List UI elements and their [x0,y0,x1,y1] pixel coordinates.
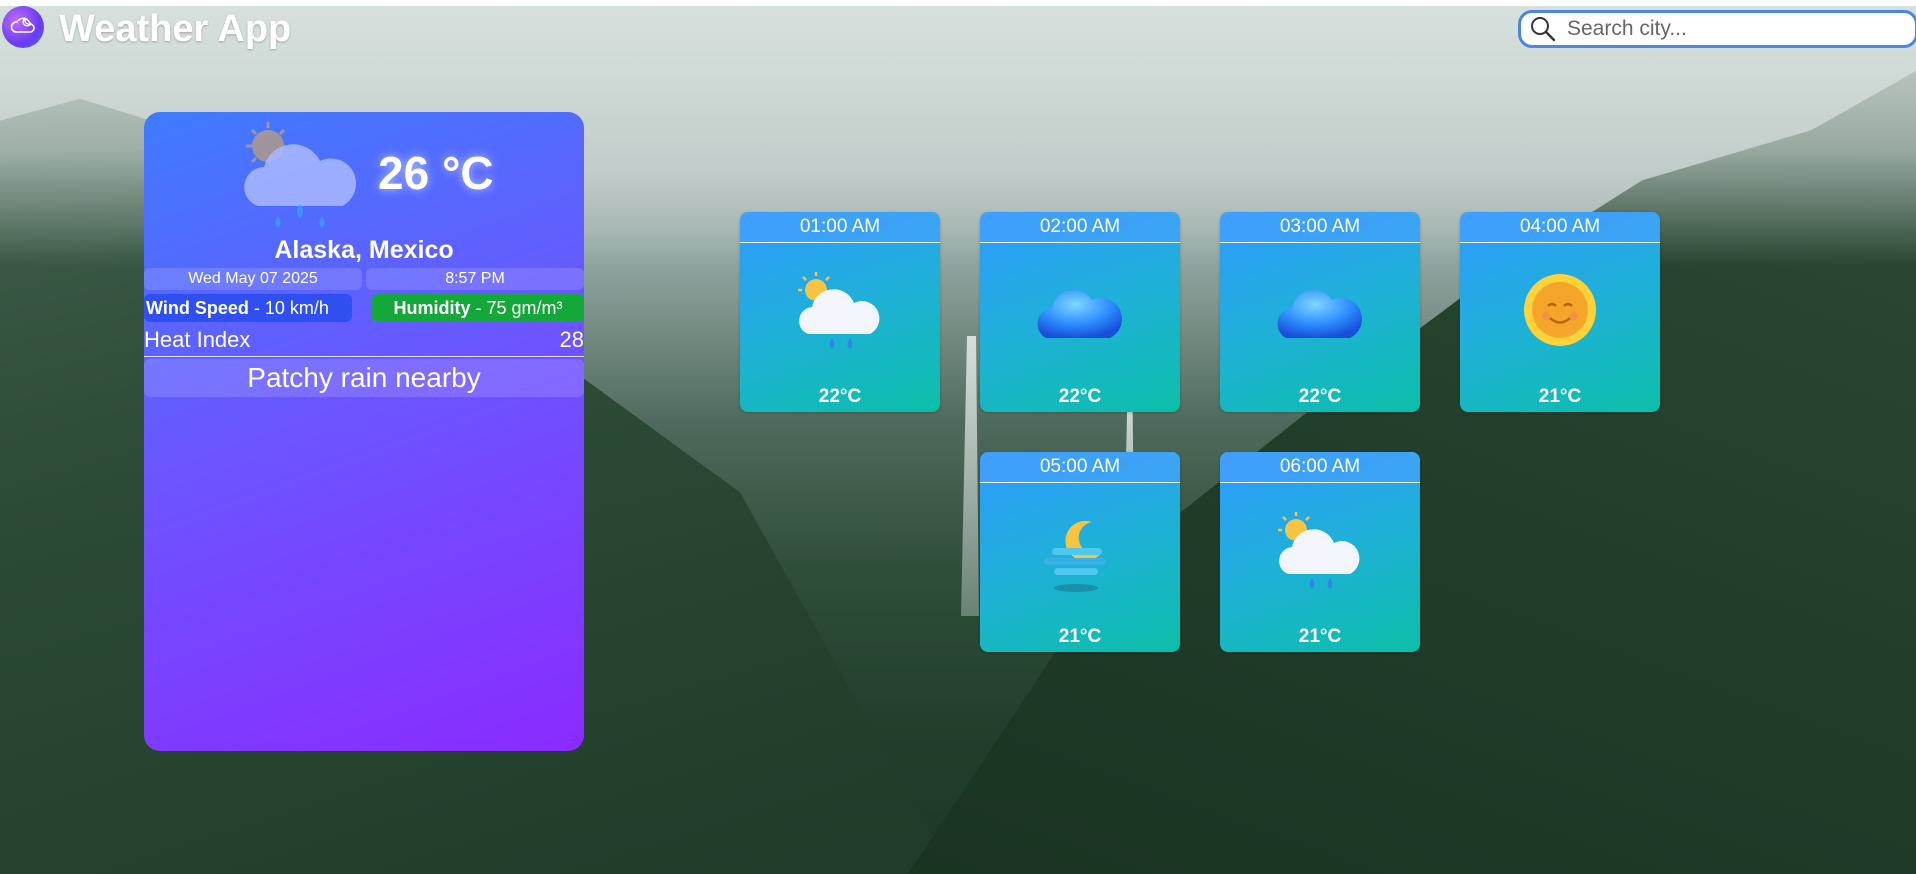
wind-speed-value: - 10 km/h [253,298,329,318]
smiling-sun-icon [1510,268,1610,358]
hourly-card: 04:00 AM 21°C [1460,212,1660,412]
hourly-card: 03:00 AM 22°C [1220,212,1420,412]
hour-time: 05:00 AM [980,452,1180,483]
date-label: Wed May 07 2025 [144,268,362,290]
hour-temperature: 22°C [818,386,862,407]
humidity-badge: Humidity - 75 gm/m³ [372,294,584,322]
heat-index-value: 28 [559,327,584,352]
hour-temperature: 21°C [1058,626,1102,647]
cloud-moon-icon [2,6,44,48]
heat-index-row: Heat Index 28 [144,324,584,357]
hourly-card: 06:00 AM 21°C [1220,452,1420,652]
search-input[interactable] [1565,16,1899,42]
humidity-label: Humidity [393,298,471,318]
search-box[interactable] [1518,10,1916,48]
search-icon [1529,14,1559,44]
hourly-card: 02:00 AM 22°C [980,212,1180,412]
hour-temperature: 21°C [1538,386,1582,407]
time-label: 8:57 PM [366,268,584,290]
cloud-icon [1030,268,1130,358]
sun-cloud-rain-icon [238,116,368,234]
hour-time: 04:00 AM [1460,212,1660,243]
datetime-row: Wed May 07 2025 8:57 PM [144,268,584,290]
hour-time: 06:00 AM [1220,452,1420,483]
sun-cloud-rain-icon [790,268,890,358]
wind-speed-label: Wind Speed [146,298,249,318]
moon-fog-icon [1030,508,1130,598]
hourly-card: 05:00 AM 21°C [980,452,1180,652]
current-weather-card: 26 °C Alaska, Mexico Wed May 07 2025 8:5… [144,112,584,751]
hour-time: 03:00 AM [1220,212,1420,243]
hour-temperature: 21°C [1298,626,1342,647]
current-temperature: 26 °C [378,147,494,199]
hourly-card: 01:00 AM 22°C [740,212,940,412]
stats-row: Wind Speed - 10 km/h Humidity - 75 gm/m³ [144,294,584,322]
sun-cloud-rain-icon [1270,508,1370,598]
weather-condition: Patchy rain nearby [144,359,584,397]
heat-index-label: Heat Index [144,327,251,352]
hour-time: 02:00 AM [980,212,1180,243]
hour-temperature: 22°C [1058,386,1102,407]
hour-temperature: 22°C [1298,386,1342,407]
location-name: Alaska, Mexico [274,236,454,264]
wind-speed-badge: Wind Speed - 10 km/h [144,294,352,322]
app-title: Weather App [59,8,292,50]
cloud-icon [1270,268,1370,358]
hour-time: 01:00 AM [740,212,940,243]
humidity-value: - 75 gm/m³ [475,298,563,318]
